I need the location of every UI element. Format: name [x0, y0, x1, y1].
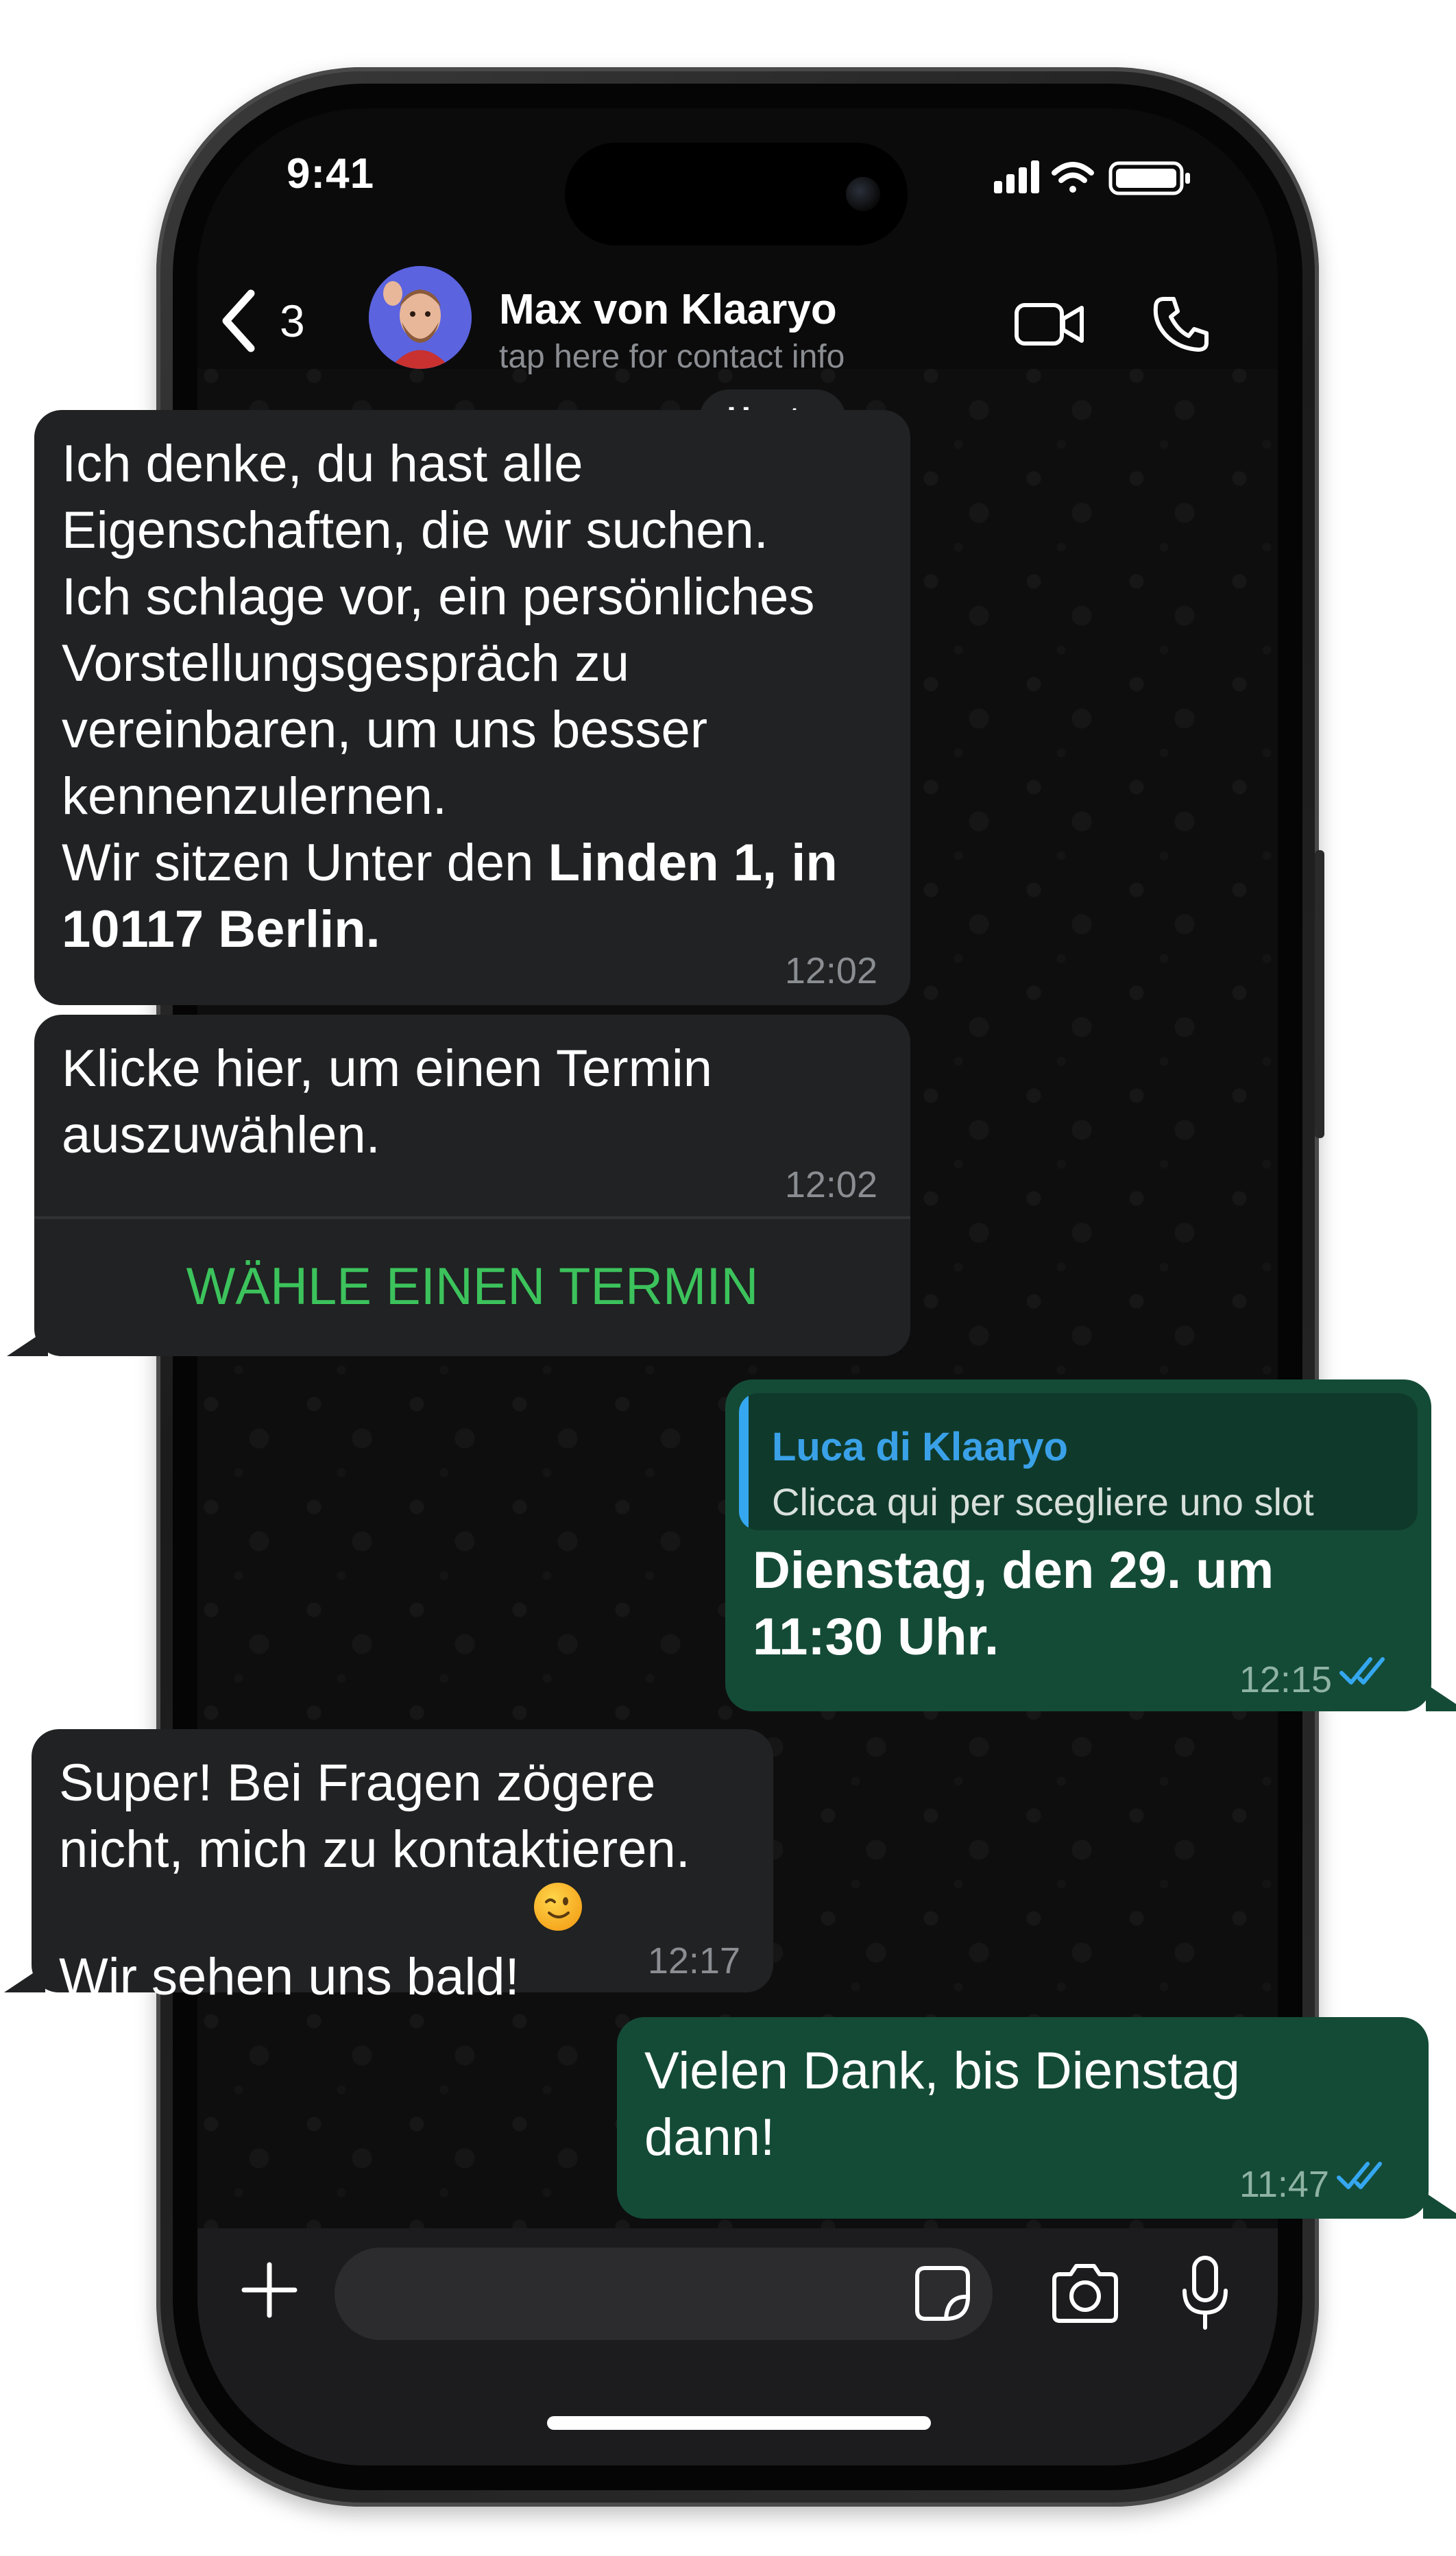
front-camera [846, 177, 880, 211]
home-indicator[interactable] [547, 2416, 931, 2430]
voice-call-button[interactable] [1150, 293, 1212, 355]
contact-info-hint[interactable]: tap here for contact info [499, 338, 845, 376]
message-bubble-incoming: Klicke hier, um einen Termin auszuwählen… [34, 1015, 910, 1356]
message-text: Ich denke, du hast alle Eigenschaften, d… [62, 431, 883, 963]
quote-accent-bar [739, 1393, 749, 1530]
read-receipt-icon [1337, 2162, 1382, 2189]
contact-avatar[interactable] [369, 266, 472, 369]
message-bubble-incoming[interactable]: Ich denke, du hast alle Eigenschaften, d… [34, 410, 910, 1005]
phone-icon [1153, 297, 1209, 352]
camera-button[interactable] [1047, 2259, 1123, 2328]
plus-icon [241, 2262, 298, 2318]
camera-icon [1052, 2264, 1118, 2323]
quoted-message[interactable]: Luca di Klaaryo Clicca qui per scegliere… [739, 1393, 1418, 1530]
screenshot-stage: 9:41 3 Max von Klaaryo tap here for cont… [0, 0, 1456, 2556]
message-composer [197, 2228, 1278, 2465]
message-time: 12:02 [784, 950, 877, 991]
message-time: 11:47 [1239, 2164, 1329, 2205]
status-time: 9:41 [287, 150, 375, 197]
button-divider [34, 1216, 910, 1219]
video-call-button[interactable] [1013, 297, 1089, 352]
message-text: Vielen Dank, bis Dienstag dann! [644, 2042, 1240, 2167]
sticker-button[interactable] [912, 2263, 973, 2324]
unread-count: 3 [280, 296, 305, 346]
dynamic-island [565, 143, 908, 245]
memoji-avatar-icon [369, 266, 472, 369]
power-button [1315, 850, 1324, 1138]
wifi-icon [1052, 162, 1094, 193]
microphone-button[interactable] [1178, 2252, 1233, 2335]
bubble-tail [4, 1965, 45, 1992]
chat-header: 3 Max von Klaaryo tap here for contact i… [197, 259, 1278, 375]
status-icons [994, 156, 1200, 197]
message-input[interactable] [335, 2247, 993, 2340]
sticker-icon [915, 2266, 970, 2321]
chevron-left-icon [222, 289, 255, 352]
status-indicators [994, 160, 1190, 195]
read-receipt-icon [1339, 1657, 1385, 1685]
contact-name[interactable]: Max von Klaaryo [499, 285, 837, 334]
message-text-plain: Super! Bei Fragen zögere nicht, mich zu … [59, 1754, 690, 2006]
quote-text: Clicca qui per scegliere uno slot [772, 1480, 1314, 1523]
cellular-signal-icon [994, 160, 1039, 193]
bubble-tail [1426, 1684, 1456, 1711]
choose-appointment-button[interactable]: WÄHLE EINEN TERMIN [34, 1253, 910, 1320]
attach-button[interactable] [239, 2259, 300, 2321]
video-camera-icon [1015, 303, 1084, 346]
winking-face-icon [533, 1883, 582, 1931]
message-text: Super! Bei Fragen zögere nicht, mich zu … [59, 1750, 746, 2010]
message-time: 12:17 [647, 1940, 740, 1981]
message-text: Klicke hier, um einen Termin auszuwählen… [62, 1039, 713, 1164]
battery-icon [1108, 161, 1190, 195]
message-bubble-outgoing[interactable]: Luca di Klaaryo Clicca qui per scegliere… [725, 1379, 1431, 1711]
message-time: 12:02 [784, 1164, 877, 1205]
message-bubble-outgoing[interactable]: Vielen Dank, bis Dienstag dann! 11:47 [617, 2017, 1429, 2219]
message-bubble-incoming[interactable]: Super! Bei Fragen zögere nicht, mich zu … [32, 1729, 773, 2006]
message-time: 12:15 [1239, 1659, 1332, 1700]
emoji-face [544, 1897, 570, 1918]
bubble-tail [1423, 2191, 1456, 2219]
microphone-icon [1182, 2256, 1228, 2330]
back-button[interactable]: 3 [218, 287, 305, 355]
message-text-plain: Ich denke, du hast alle Eigenschaften, d… [62, 435, 815, 892]
bubble-tail [7, 1329, 48, 1356]
